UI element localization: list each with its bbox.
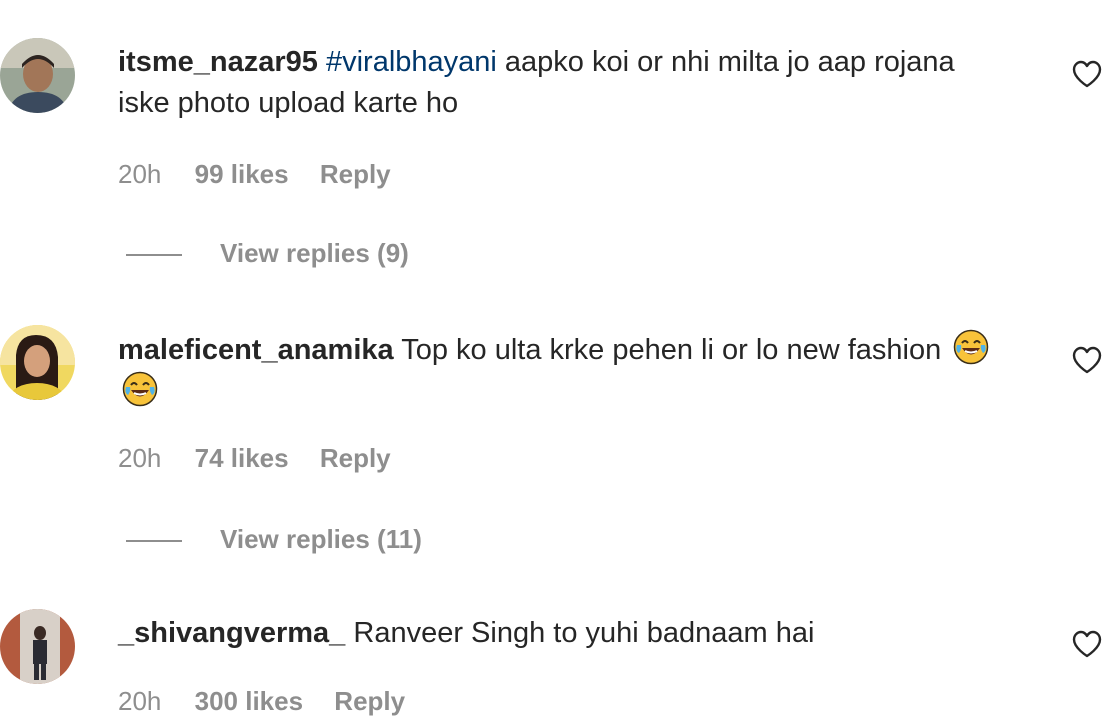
comment-username[interactable]: maleficent_anamika	[118, 334, 394, 366]
face-with-tears-of-joy-icon	[122, 371, 158, 407]
comment-body: Ranveer Singh to yuhi badnaam hai	[345, 617, 815, 649]
face-with-tears-of-joy-icon	[954, 329, 989, 365]
comment-likes[interactable]: 99 likes	[195, 159, 289, 189]
avatar-woman-icon	[0, 325, 75, 400]
avatar[interactable]	[0, 325, 75, 400]
comment-username[interactable]: _shivangverma_	[118, 617, 345, 649]
reply-button[interactable]: Reply	[320, 159, 391, 189]
comment-text: _shivangverma_ Ranveer Singh to yuhi bad…	[118, 613, 998, 654]
view-replies-label: View replies (11)	[220, 524, 422, 554]
divider-line	[126, 254, 182, 257]
comment-text: itsme_nazar95 #viralbhayani aapko koi or…	[118, 42, 998, 124]
reply-button[interactable]: Reply	[320, 443, 391, 473]
comment-time[interactable]: 20h	[118, 159, 161, 189]
comment-hashtag[interactable]: #viralbhayani	[326, 46, 497, 78]
comment-likes[interactable]: 300 likes	[195, 686, 303, 716]
view-replies-button[interactable]: View replies (9)	[126, 238, 409, 269]
comment-meta: 20h 74 likes Reply	[118, 443, 415, 474]
heart-outline-icon[interactable]	[1071, 59, 1103, 89]
comment-time[interactable]: 20h	[118, 443, 161, 473]
comment-username[interactable]: itsme_nazar95	[118, 46, 318, 78]
reply-button[interactable]: Reply	[334, 686, 405, 716]
divider-line	[126, 540, 182, 543]
comment-meta: 20h 99 likes Reply	[118, 159, 415, 190]
avatar-man-icon	[0, 38, 75, 113]
comment-text: maleficent_anamika Top ko ulta krke pehe…	[118, 329, 998, 413]
heart-outline-icon[interactable]	[1071, 629, 1103, 659]
comment-time[interactable]: 20h	[118, 686, 161, 716]
view-replies-label: View replies (9)	[220, 238, 409, 268]
comment-likes[interactable]: 74 likes	[195, 443, 289, 473]
comment-body: Top ko ulta krke pehen li or lo new fash…	[393, 334, 942, 366]
heart-outline-icon[interactable]	[1071, 345, 1103, 375]
view-replies-button[interactable]: View replies (11)	[126, 524, 422, 555]
avatar[interactable]	[0, 609, 75, 684]
avatar-person-icon	[0, 609, 75, 684]
comment-meta: 20h 300 likes Reply	[118, 686, 429, 717]
avatar[interactable]	[0, 38, 75, 113]
